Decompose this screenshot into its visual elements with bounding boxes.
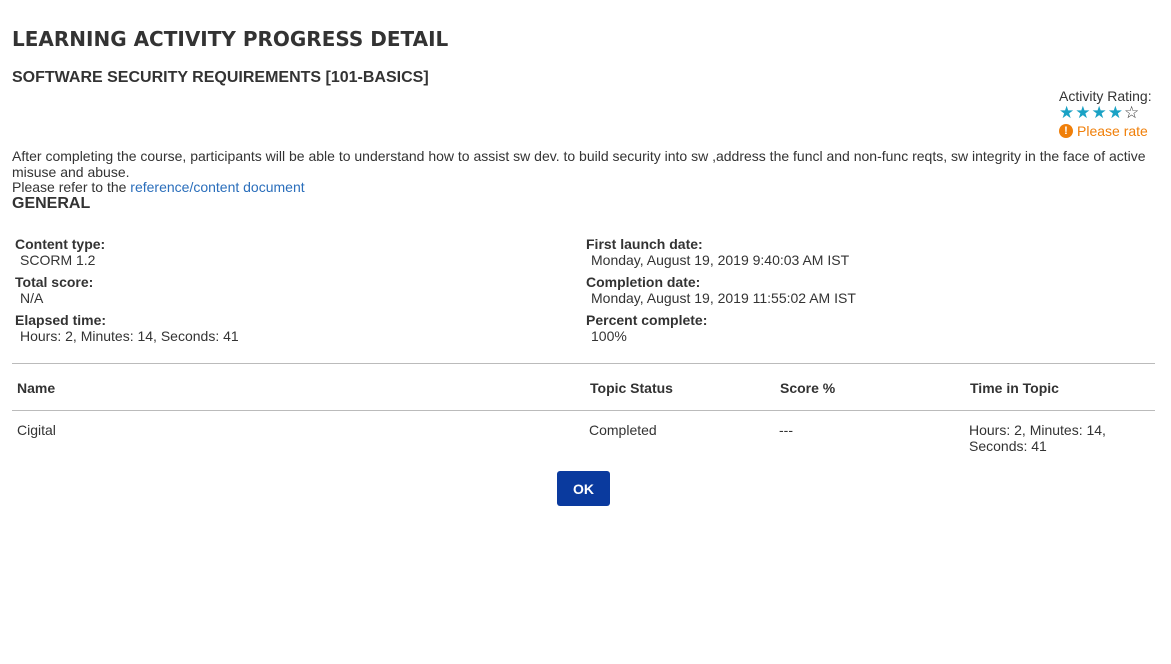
reference-prefix: Please refer to the bbox=[12, 179, 131, 195]
rating-stars[interactable]: ★ ★ ★ ★ ☆ bbox=[1059, 104, 1159, 121]
activity-rating: Activity Rating: ★ ★ ★ ★ ☆ ! Please rate bbox=[1059, 88, 1159, 139]
column-header-name: Name bbox=[17, 380, 56, 396]
star-4-icon[interactable]: ★ bbox=[1108, 104, 1123, 121]
total-score-value: N/A bbox=[20, 290, 44, 306]
rating-label: Activity Rating: bbox=[1059, 88, 1152, 104]
completion-date-label: Completion date: bbox=[586, 274, 701, 290]
please-rate-link[interactable]: ! Please rate bbox=[1059, 123, 1159, 139]
exclamation-circle-icon: ! bbox=[1059, 124, 1073, 138]
reference-line: Please refer to the reference/content do… bbox=[12, 179, 305, 195]
progress-detail-page: LEARNING ACTIVITY PROGRESS DETAIL SOFTWA… bbox=[0, 0, 1171, 664]
content-type-label: Content type: bbox=[15, 236, 106, 252]
completion-date-field: Completion date: Monday, August 19, 2019… bbox=[586, 274, 856, 306]
row-score-cell: --- bbox=[779, 422, 793, 438]
column-header-time: Time in Topic bbox=[970, 380, 1059, 396]
completion-date-value: Monday, August 19, 2019 11:55:02 AM IST bbox=[591, 290, 856, 306]
page-title: LEARNING ACTIVITY PROGRESS DETAIL bbox=[12, 27, 449, 51]
table-top-divider bbox=[12, 363, 1155, 364]
general-section-title: GENERAL bbox=[12, 195, 91, 212]
percent-complete-value: 100% bbox=[591, 328, 627, 344]
star-5-icon[interactable]: ☆ bbox=[1124, 104, 1139, 121]
elapsed-time-value: Hours: 2, Minutes: 14, Seconds: 41 bbox=[20, 328, 239, 344]
course-description: After completing the course, participant… bbox=[12, 148, 1146, 180]
elapsed-time-field: Elapsed time: Hours: 2, Minutes: 14, Sec… bbox=[15, 312, 239, 344]
column-header-score: Score % bbox=[780, 380, 836, 396]
star-3-icon[interactable]: ★ bbox=[1092, 104, 1107, 121]
percent-complete-label: Percent complete: bbox=[586, 312, 708, 328]
row-status-cell: Completed bbox=[589, 422, 657, 438]
row-name-cell: Cigital bbox=[17, 422, 56, 438]
course-title: SOFTWARE SECURITY REQUIREMENTS [101-BASI… bbox=[12, 69, 429, 86]
first-launch-field: First launch date: Monday, August 19, 20… bbox=[586, 236, 849, 268]
column-header-status: Topic Status bbox=[590, 380, 673, 396]
ok-button[interactable]: OK bbox=[557, 471, 610, 506]
star-2-icon[interactable]: ★ bbox=[1075, 104, 1090, 121]
content-type-value: SCORM 1.2 bbox=[20, 252, 96, 268]
total-score-field: Total score: N/A bbox=[15, 274, 93, 306]
please-rate-label: Please rate bbox=[1077, 123, 1148, 139]
reference-document-link[interactable]: reference/content document bbox=[130, 179, 304, 195]
row-time-cell: Hours: 2, Minutes: 14, Seconds: 41 bbox=[969, 422, 1106, 454]
table-header-divider bbox=[12, 410, 1155, 411]
first-launch-value: Monday, August 19, 2019 9:40:03 AM IST bbox=[591, 252, 850, 268]
first-launch-label: First launch date: bbox=[586, 236, 703, 252]
elapsed-time-label: Elapsed time: bbox=[15, 312, 107, 328]
star-1-icon[interactable]: ★ bbox=[1059, 104, 1074, 121]
total-score-label: Total score: bbox=[15, 274, 94, 290]
percent-complete-field: Percent complete: 100% bbox=[586, 312, 707, 344]
content-type-field: Content type: SCORM 1.2 bbox=[15, 236, 105, 268]
